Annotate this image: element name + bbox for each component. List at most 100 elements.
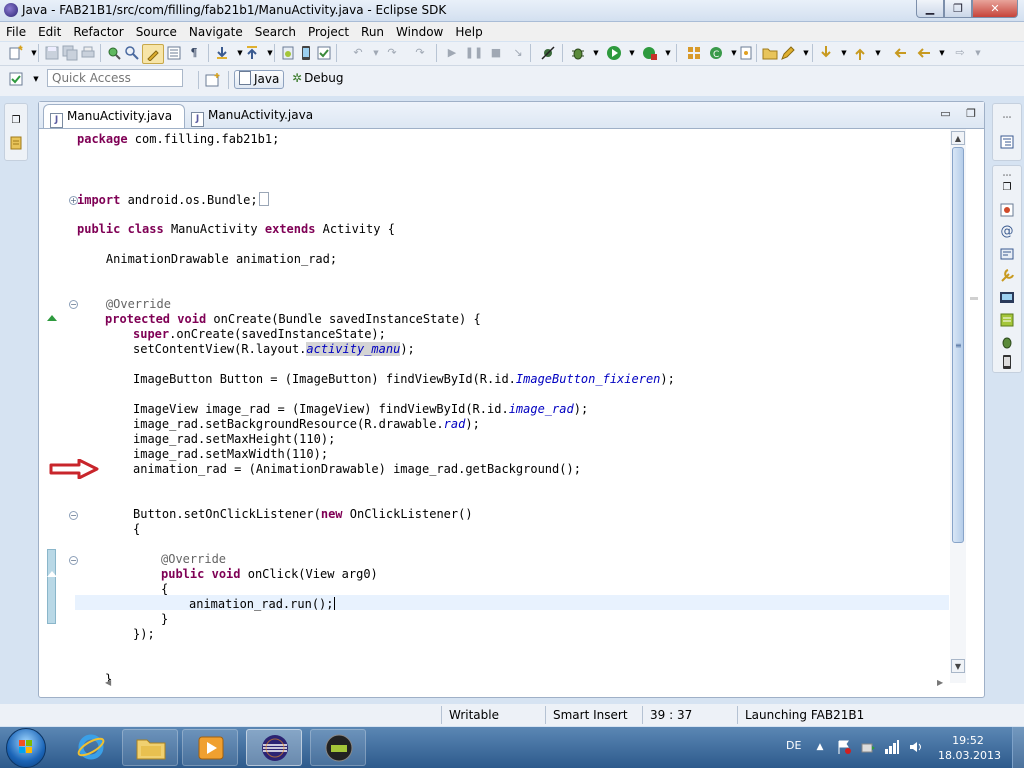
back-arrow-icon[interactable] <box>916 45 932 61</box>
menu-help[interactable]: Help <box>449 25 488 39</box>
next-edit-icon[interactable] <box>818 45 834 61</box>
scroll-up-icon[interactable]: ▲ <box>951 131 965 145</box>
scrollbar-thumb[interactable]: ≡ <box>952 147 964 543</box>
maximize-button[interactable]: ❐ <box>944 0 972 18</box>
network-icon[interactable] <box>884 739 900 755</box>
save-icon[interactable] <box>44 45 60 61</box>
skip-breakpoints-icon[interactable] <box>540 45 556 61</box>
debug-dropdown-icon[interactable]: ▼ <box>588 45 604 61</box>
external-tools-dropdown-icon[interactable]: ▼ <box>660 45 676 61</box>
save-all-icon[interactable] <box>62 45 78 61</box>
next-annotation-icon[interactable] <box>214 45 230 61</box>
new-java-package-icon[interactable] <box>686 45 702 61</box>
scroll-left-icon[interactable]: ◀ <box>105 678 111 687</box>
step-into-icon[interactable]: ↘ <box>510 45 526 61</box>
override-indicator-icon[interactable] <box>47 571 57 577</box>
block-selection-icon[interactable] <box>166 45 182 61</box>
logcat-icon[interactable] <box>999 312 1015 328</box>
tab-manuactivity-active[interactable]: JManuActivity.java ✕ <box>43 104 185 146</box>
android-device-manager-icon[interactable] <box>298 45 314 61</box>
new-android-xml-icon[interactable] <box>738 45 754 61</box>
show-whitespace-icon[interactable]: ¶ <box>186 45 202 61</box>
menu-file[interactable]: File <box>0 25 32 39</box>
show-desktop-button[interactable] <box>1012 727 1024 768</box>
last-edit-location-icon[interactable] <box>892 45 908 61</box>
checkbox-icon[interactable] <box>8 71 24 87</box>
open-folder-icon[interactable] <box>762 45 778 61</box>
taskbar-app[interactable] <box>64 729 120 766</box>
console-icon[interactable] <box>999 290 1015 306</box>
new-icon[interactable] <box>8 45 24 61</box>
external-tools-icon[interactable] <box>642 45 658 61</box>
new-dropdown-icon[interactable]: ▼ <box>26 45 42 61</box>
maximize-view-icon[interactable]: ❐ <box>966 107 976 120</box>
search-icon[interactable] <box>124 45 140 61</box>
collapsed-imports-box[interactable] <box>258 192 269 206</box>
menu-project[interactable]: Project <box>302 25 355 39</box>
input-language[interactable]: DE <box>786 739 801 752</box>
menu-source[interactable]: Source <box>130 25 183 39</box>
forward-dropdown-icon[interactable]: ▼ <box>970 45 986 61</box>
previous-edit-icon[interactable] <box>852 45 868 61</box>
perspective-debug-button[interactable]: ✲ Debug <box>290 70 352 89</box>
override-indicator-icon[interactable] <box>47 315 57 321</box>
next-edit-dropdown-icon[interactable]: ▼ <box>836 45 852 61</box>
android-lint-icon[interactable] <box>316 45 332 61</box>
javadoc-icon[interactable]: @ <box>999 224 1015 240</box>
menu-window[interactable]: Window <box>390 25 449 39</box>
tray-expand-icon[interactable]: ▲ <box>812 739 828 755</box>
android-sdk-manager-icon[interactable] <box>280 45 296 61</box>
previous-edit-dropdown-icon[interactable]: ▼ <box>870 45 886 61</box>
forward-arrow-icon[interactable]: ⇨ <box>952 45 968 61</box>
overview-marker[interactable] <box>970 297 978 300</box>
perspective-java-button[interactable]: Java <box>234 70 284 89</box>
restore-icon[interactable]: ❐ <box>8 113 24 129</box>
usb-device-icon[interactable] <box>860 739 876 755</box>
package-explorer-icon[interactable] <box>8 135 24 151</box>
resume-icon[interactable]: ▶ <box>444 45 460 61</box>
debug-icon[interactable] <box>570 45 586 61</box>
vertical-scrollbar[interactable]: ▲ ≡ ▼ <box>950 129 966 683</box>
status-progress[interactable]: Launching FAB21B1 <box>745 707 864 724</box>
back-edit-dropdown-icon[interactable]: ▼ <box>368 45 384 61</box>
run-icon[interactable] <box>606 45 622 61</box>
minimize-view-icon[interactable]: ▭ <box>940 107 950 120</box>
taskbar-app[interactable] <box>122 729 178 766</box>
print-icon[interactable] <box>80 45 96 61</box>
open-type-icon[interactable] <box>106 45 122 61</box>
scroll-right-icon[interactable]: ▶ <box>937 678 943 687</box>
previous-annotation-dropdown-icon[interactable]: ▼ <box>262 45 278 61</box>
menu-search[interactable]: Search <box>249 25 302 39</box>
volume-icon[interactable] <box>908 739 924 755</box>
terminate-icon[interactable]: ■ <box>488 45 504 61</box>
code-area[interactable]: package com.filling.fab21b1; import andr… <box>75 129 949 683</box>
back-edit-location-icon[interactable]: ↶ <box>350 45 366 61</box>
mark-occurrences-toggle-icon[interactable] <box>142 44 164 64</box>
start-button[interactable] <box>6 728 46 768</box>
back-dropdown-icon[interactable]: ▼ <box>934 45 950 61</box>
minimize-button[interactable]: ▁ <box>916 0 944 18</box>
menu-run[interactable]: Run <box>355 25 390 39</box>
horizontal-scrollbar[interactable]: ◀ ▶ <box>75 677 949 693</box>
declaration-icon[interactable] <box>999 246 1015 262</box>
tasks-wrench-icon[interactable] <box>999 268 1015 284</box>
back-icon[interactable]: ↷ <box>384 45 400 61</box>
open-perspective-icon[interactable] <box>205 72 221 88</box>
debug-view-icon[interactable] <box>999 334 1015 350</box>
restore-icon[interactable]: ❐ <box>999 180 1015 196</box>
suspend-icon[interactable]: ❚❚ <box>465 45 483 61</box>
system-clock[interactable]: 19:52 18.03.2013 <box>938 733 1001 763</box>
menu-navigate[interactable]: Navigate <box>183 25 249 39</box>
new-java-class-icon[interactable]: C <box>708 45 724 61</box>
taskbar-app-active[interactable] <box>246 729 302 766</box>
tab-manuactivity[interactable]: J ManuActivity.java <box>189 104 319 128</box>
checkbox-dropdown-icon[interactable]: ▼ <box>28 71 44 87</box>
scroll-down-icon[interactable]: ▼ <box>951 659 965 673</box>
overview-ruler[interactable] <box>968 129 980 683</box>
forward-icon[interactable]: ↷ <box>412 45 428 61</box>
problems-icon[interactable] <box>999 202 1015 218</box>
previous-annotation-icon[interactable] <box>244 45 260 61</box>
close-button[interactable]: ✕ <box>972 0 1018 18</box>
taskbar-app[interactable] <box>310 729 366 766</box>
menu-edit[interactable]: Edit <box>32 25 67 39</box>
